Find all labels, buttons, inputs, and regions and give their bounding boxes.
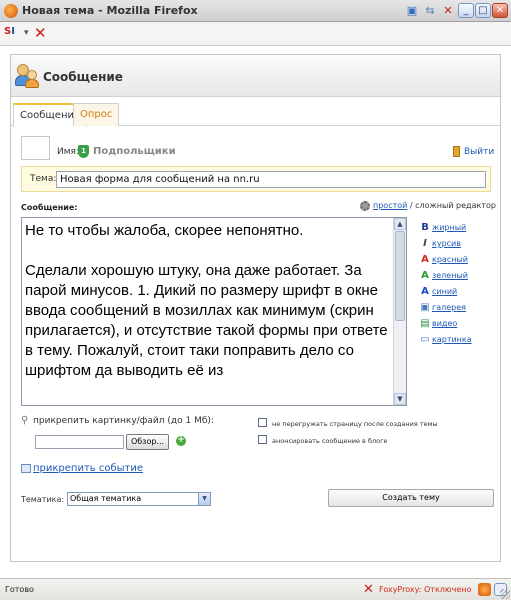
format-red[interactable]: Aкрасный	[420, 254, 468, 265]
minimize-button[interactable]: _	[458, 3, 474, 18]
editor-mode-switch: простой / сложный редактор	[373, 201, 496, 210]
scroll-up-arrow-icon[interactable]: ▲	[394, 218, 406, 230]
addon-status-icon[interactable]	[478, 583, 491, 596]
si-letter-i: I	[11, 26, 15, 37]
foxyproxy-status[interactable]: FoxyProxy: Отключено	[379, 585, 471, 594]
avatar	[21, 136, 50, 160]
network-icon[interactable]: ⇆	[422, 3, 438, 18]
logout-link[interactable]: Выйти	[464, 147, 494, 157]
message-text[interactable]: Не то чтобы жалоба, скорее непонятно. Сд…	[25, 221, 391, 381]
paperclip-icon: ⚲	[21, 415, 29, 426]
format-video-icon: ▤	[420, 318, 430, 329]
message-textarea[interactable]: Не то чтобы жалоба, скорее непонятно. Сд…	[21, 217, 407, 406]
tab-poll[interactable]: Опрос	[73, 103, 120, 126]
foxyproxy-icon[interactable]: ✕	[363, 582, 374, 597]
format-bold-label[interactable]: жирный	[432, 223, 466, 232]
format-green[interactable]: Aзеленый	[420, 270, 468, 281]
screen-icon[interactable]: ▣	[404, 3, 420, 18]
subject-label: Тема:	[30, 174, 57, 184]
name-label: Имя:	[57, 147, 79, 157]
scrollbar-thumb[interactable]	[395, 231, 405, 321]
topic-selected-value: Общая тематика	[70, 494, 142, 503]
file-path-input[interactable]	[35, 435, 124, 449]
format-italic-icon: I	[423, 238, 427, 249]
browse-button[interactable]: Обзор...	[126, 434, 169, 450]
announce-label: анонсировать сообщение в блоге	[272, 437, 388, 445]
no-reload-label: не перегружать страницу после создания т…	[272, 420, 438, 428]
window-titlebar: Новая тема - Mozilla Firefox ▣ ⇆ ✕ _ □ ✕	[0, 0, 511, 22]
format-italic[interactable]: Iкурсив	[420, 238, 461, 249]
create-topic-button[interactable]: Создать тему	[328, 489, 494, 507]
close-window-button[interactable]: ✕	[492, 3, 508, 18]
panel-header: Сообщение	[11, 55, 500, 97]
dropdown-arrow-icon[interactable]: ▾	[24, 28, 29, 38]
format-bold[interactable]: Bжирный	[420, 222, 466, 233]
browser-toolbar: SI ▾ ✕	[0, 22, 511, 46]
scroll-down-arrow-icon[interactable]: ▼	[394, 393, 406, 405]
message-label: Сообщение:	[21, 203, 78, 212]
textarea-scrollbar[interactable]: ▲ ▼	[393, 218, 406, 405]
form-tabs: Сообщение Опрос	[11, 103, 500, 127]
maximize-button[interactable]: □	[475, 3, 491, 18]
format-blue[interactable]: Aсиний	[420, 286, 457, 297]
window-title: Новая тема - Mozilla Firefox	[22, 4, 198, 17]
chevron-down-icon[interactable]: ▼	[198, 493, 210, 505]
format-gallery-icon: ▣	[420, 302, 430, 313]
format-bold-icon: B	[421, 222, 429, 233]
format-video-label[interactable]: видео	[432, 319, 457, 328]
format-gallery[interactable]: ▣ галерея	[420, 302, 466, 313]
firefox-icon	[4, 4, 18, 18]
calendar-icon	[21, 464, 31, 473]
page-content: Сообщение Сообщение Опрос Имя: 1 Подполь…	[0, 46, 511, 578]
simple-editor-link[interactable]: простой	[373, 201, 407, 210]
format-red-icon: A	[421, 254, 429, 265]
noscript-icon[interactable]: ✕	[34, 24, 47, 42]
username: Подпольщики	[93, 146, 176, 157]
user-level-shield-icon: 1	[78, 145, 89, 158]
no-reload-checkbox[interactable]	[258, 418, 267, 427]
format-image-label[interactable]: картинка	[432, 335, 472, 344]
editor-mode-separator: /	[407, 201, 416, 210]
si-addon-icon[interactable]: SI	[4, 26, 15, 37]
format-blue-label[interactable]: синий	[432, 287, 457, 296]
complex-editor-link[interactable]: сложный редактор	[415, 201, 496, 210]
gear-icon	[360, 201, 370, 211]
resize-grip[interactable]	[500, 589, 510, 599]
format-gallery-label[interactable]: галерея	[432, 303, 466, 312]
status-bar: Готово ✕ FoxyProxy: Отключено	[0, 578, 511, 600]
panel-title: Сообщение	[43, 70, 123, 84]
format-video[interactable]: ▤ видео	[420, 318, 457, 329]
attach-event-link[interactable]: прикрепить событие	[33, 463, 143, 474]
users-icon	[15, 64, 39, 88]
topic-label: Тематика:	[21, 495, 65, 504]
format-green-label[interactable]: зеленый	[432, 271, 468, 280]
format-italic-label[interactable]: курсив	[432, 239, 461, 248]
addon-x-icon[interactable]: ✕	[440, 3, 456, 18]
add-file-icon[interactable]: +	[176, 436, 186, 446]
format-image-icon: ▭	[420, 334, 430, 345]
attach-file-label: прикрепить картинку/файл (до 1 Мб):	[33, 416, 214, 426]
announce-checkbox[interactable]	[258, 435, 267, 444]
post-form-panel: Сообщение Сообщение Опрос Имя: 1 Подполь…	[10, 54, 501, 562]
format-green-icon: A	[421, 270, 429, 281]
subject-row: Тема:	[21, 166, 491, 192]
format-red-label[interactable]: красный	[432, 255, 468, 264]
exit-door-icon[interactable]	[453, 146, 460, 157]
topic-select[interactable]: Общая тематика ▼	[67, 492, 211, 506]
format-image[interactable]: ▭ картинка	[420, 334, 472, 345]
status-text: Готово	[5, 585, 34, 594]
subject-input[interactable]	[56, 171, 486, 188]
format-blue-icon: A	[421, 286, 429, 297]
